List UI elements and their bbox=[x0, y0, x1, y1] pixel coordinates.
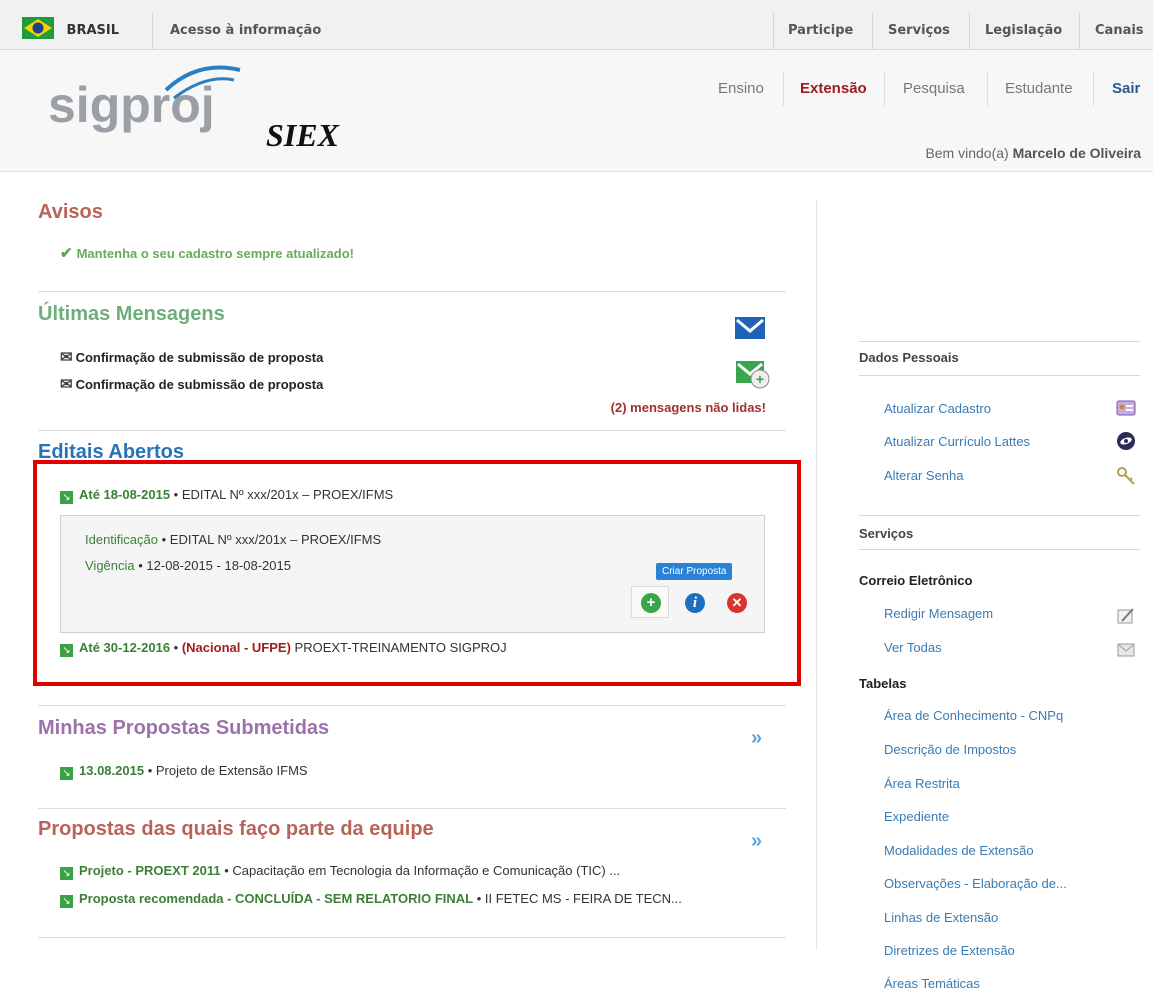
correio-eletronico-title: Correio Eletrônico bbox=[859, 573, 973, 588]
envelope-icon: ✉ bbox=[60, 376, 73, 393]
column-divider bbox=[816, 200, 817, 950]
mail-inbox-icon[interactable] bbox=[734, 315, 766, 341]
envelope-icon: ✉ bbox=[60, 349, 73, 366]
aviso-text: Mantenha o seu cadastro sempre atualizad… bbox=[76, 246, 354, 261]
unread-messages-link[interactable]: (2) mensagens não lidas! bbox=[611, 400, 766, 415]
legislacao-link[interactable]: Legislação bbox=[985, 0, 1062, 50]
tabela-link[interactable]: Área Restrita bbox=[884, 776, 960, 791]
message-item[interactable]: ✉ Confirmação de submissão de proposta bbox=[60, 348, 323, 366]
proposta-status[interactable]: Projeto - PROEXT 2011 bbox=[79, 863, 221, 878]
divider bbox=[872, 12, 873, 50]
key-icon[interactable] bbox=[1116, 466, 1136, 486]
country-label: BRASIL bbox=[66, 23, 119, 38]
id-card-icon[interactable] bbox=[1116, 398, 1136, 418]
atualizar-curriculo-lattes-link[interactable]: Atualizar Currículo Lattes bbox=[884, 434, 1030, 449]
divider bbox=[38, 937, 786, 938]
sigproj-logo[interactable]: sigproj SIEX bbox=[48, 60, 358, 160]
compose-icon[interactable] bbox=[1116, 606, 1136, 626]
avisos-title: Avisos bbox=[38, 201, 103, 223]
tabelas-title: Tabelas bbox=[859, 676, 907, 691]
nav-pesquisa-label[interactable]: Pesquisa bbox=[903, 80, 965, 97]
proposta-item[interactable]: ↘ 13.08.2015 • Projeto de Extensão IFMS bbox=[60, 763, 308, 780]
user-name[interactable]: Marcelo de Oliveira bbox=[1013, 145, 1141, 161]
divider bbox=[884, 72, 885, 106]
proposta-status[interactable]: Proposta recomendada - CONCLUÍDA - SEM R… bbox=[79, 891, 473, 906]
tabela-link[interactable]: Modalidades de Extensão bbox=[884, 843, 1034, 858]
servicos-link[interactable]: Serviços bbox=[888, 0, 950, 50]
mensagens-title: Últimas Mensagens bbox=[38, 303, 225, 325]
mail-icon[interactable] bbox=[1116, 640, 1136, 660]
brasil-link[interactable]: BRASIL bbox=[22, 0, 119, 50]
divider bbox=[859, 515, 1140, 516]
double-chevron-right-icon[interactable]: » bbox=[751, 727, 762, 750]
divider bbox=[38, 705, 786, 706]
divider bbox=[38, 808, 786, 809]
welcome-prefix: Bem vindo(a) bbox=[925, 145, 1009, 161]
divider bbox=[38, 430, 786, 431]
tabela-link[interactable]: Expediente bbox=[884, 809, 949, 824]
ver-todas-link[interactable]: Ver Todas bbox=[884, 640, 942, 655]
tabela-link[interactable]: Linhas de Extensão bbox=[884, 910, 998, 925]
tabela-link[interactable]: Área de Conhecimento - CNPq bbox=[884, 708, 1063, 723]
logo-subtext: SIEX bbox=[266, 117, 340, 153]
proposta-date[interactable]: 13.08.2015 bbox=[79, 763, 144, 778]
dados-pessoais-title: Dados Pessoais bbox=[859, 350, 959, 365]
divider bbox=[783, 72, 784, 106]
logo-text: sigproj bbox=[48, 77, 215, 133]
nav-extensao-label[interactable]: Extensão bbox=[800, 80, 867, 97]
canais-link[interactable]: Canais bbox=[1095, 0, 1144, 50]
atualizar-cadastro-link[interactable]: Atualizar Cadastro bbox=[884, 401, 991, 416]
proposta-equipe-item[interactable]: ↘ Proposta recomendada - CONCLUÍDA - SEM … bbox=[60, 891, 682, 908]
highlight-box bbox=[33, 460, 801, 686]
submetidas-title: Minhas Propostas Submetidas bbox=[38, 717, 330, 739]
nav-ensino[interactable]: Ensino bbox=[718, 80, 764, 97]
welcome-message: Bem vindo(a) Marcelo de Oliveira bbox=[925, 145, 1141, 161]
nav-estudante-label[interactable]: Estudante bbox=[1005, 80, 1073, 97]
nav-sair-label[interactable]: Sair bbox=[1112, 80, 1140, 97]
proposta-name[interactable]: • II FETEC MS - FEIRA DE TECN... bbox=[473, 891, 682, 906]
new-message-icon[interactable]: + bbox=[735, 359, 771, 391]
proposta-name[interactable]: • Projeto de Extensão IFMS bbox=[144, 763, 308, 778]
message-item[interactable]: ✉ Confirmação de submissão de proposta bbox=[60, 375, 323, 393]
divider bbox=[859, 375, 1140, 376]
divider bbox=[1079, 12, 1080, 50]
divider bbox=[969, 12, 970, 50]
arrow-icon: ↘ bbox=[60, 767, 73, 780]
tabela-link[interactable]: Descrição de Impostos bbox=[884, 742, 1016, 757]
divider bbox=[38, 291, 786, 292]
proposta-name[interactable]: • Capacitação em Tecnologia da Informaçã… bbox=[221, 863, 620, 878]
acesso-informacao-link[interactable]: Acesso à informação bbox=[170, 0, 321, 50]
redigir-mensagem-link[interactable]: Redigir Mensagem bbox=[884, 606, 993, 621]
nav-pesquisa[interactable]: Pesquisa bbox=[903, 80, 965, 97]
divider bbox=[152, 12, 153, 50]
nav-estudante[interactable]: Estudante bbox=[1005, 80, 1073, 97]
divider bbox=[859, 341, 1140, 342]
divider bbox=[773, 12, 774, 50]
nav-ensino-label[interactable]: Ensino bbox=[718, 80, 764, 97]
nav-sair[interactable]: Sair bbox=[1112, 80, 1140, 97]
participe-link[interactable]: Participe bbox=[788, 0, 853, 50]
servicos-title: Serviços bbox=[859, 526, 914, 541]
proposta-equipe-item[interactable]: ↘ Projeto - PROEXT 2011 • Capacitação em … bbox=[60, 863, 620, 880]
divider bbox=[859, 549, 1140, 550]
nav-extensao[interactable]: Extensão bbox=[800, 80, 867, 97]
tabela-link[interactable]: Áreas Temáticas bbox=[884, 976, 980, 991]
message-subject[interactable]: Confirmação de submissão de proposta bbox=[76, 377, 324, 392]
gov-bar: BRASIL Acesso à informação Participe Ser… bbox=[0, 0, 1153, 50]
lattes-icon[interactable] bbox=[1116, 431, 1136, 451]
brazil-flag-icon bbox=[22, 16, 54, 39]
double-chevron-right-icon[interactable]: » bbox=[751, 830, 762, 853]
tabela-link[interactable]: Observações - Elaboração de... bbox=[884, 876, 1067, 891]
svg-text:+: + bbox=[756, 371, 764, 387]
check-icon: ✔ bbox=[60, 245, 73, 262]
message-subject[interactable]: Confirmação de submissão de proposta bbox=[76, 350, 324, 365]
alterar-senha-link[interactable]: Alterar Senha bbox=[884, 468, 964, 483]
equipe-title: Propostas das quais faço parte da equipe bbox=[38, 818, 434, 840]
divider bbox=[1093, 72, 1094, 106]
aviso-item: ✔ Mantenha o seu cadastro sempre atualiza… bbox=[60, 244, 354, 262]
arrow-icon: ↘ bbox=[60, 867, 73, 880]
arrow-icon: ↘ bbox=[60, 895, 73, 908]
tabela-link[interactable]: Diretrizes de Extensão bbox=[884, 943, 1015, 958]
divider bbox=[987, 72, 988, 106]
